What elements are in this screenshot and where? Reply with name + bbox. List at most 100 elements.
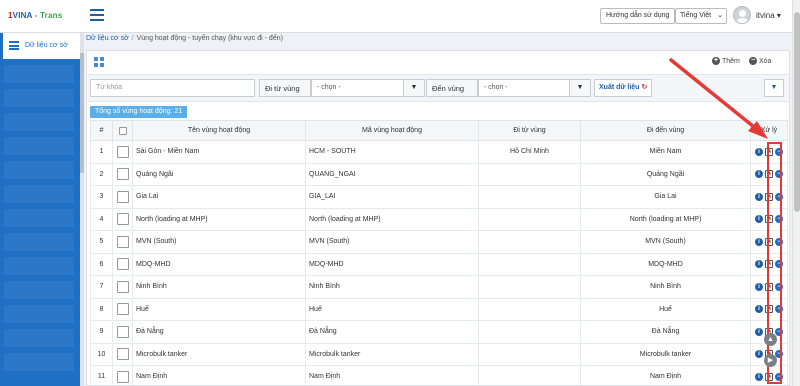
refresh-icon[interactable]: ↻ xyxy=(641,84,647,91)
row-checkbox[interactable] xyxy=(116,325,129,338)
scroll-down-icon[interactable]: ▶ xyxy=(764,354,777,367)
scroll-up-icon[interactable]: ▲ xyxy=(764,333,777,346)
region-code: GIA_LAI xyxy=(305,185,479,209)
select-all-checkbox[interactable] xyxy=(118,126,127,135)
export-data-button[interactable]: Xuất dữ liệu ↻ xyxy=(594,79,653,97)
sidebar-item[interactable] xyxy=(4,113,74,131)
row-checkbox[interactable] xyxy=(116,370,129,383)
add-button[interactable]: + Thêm xyxy=(712,57,740,65)
region-code: Đà Nẵng xyxy=(305,320,479,344)
row-index: 10 xyxy=(90,342,113,366)
info-icon[interactable]: i xyxy=(755,147,763,156)
language-select[interactable]: Tiếng Việt ⌄ xyxy=(675,8,727,24)
delete-button[interactable]: − Xóa xyxy=(749,57,771,65)
sidebar-scrollbar-thumb[interactable] xyxy=(80,53,84,173)
table-row[interactable]: 3 Gia Lai GIA_LAI Gia Lai i ✎ − xyxy=(90,185,788,209)
sidebar-item[interactable] xyxy=(4,137,74,155)
col-header-to[interactable]: Đi đến vùng xyxy=(580,120,751,141)
sidebar-item[interactable] xyxy=(4,329,74,347)
table-row[interactable]: 7 Ninh Bình Ninh Bình Ninh Bình i ✎ − xyxy=(90,275,788,299)
col-header-code[interactable]: Mã vùng hoạt động xyxy=(305,120,479,141)
sidebar-item[interactable] xyxy=(4,257,74,275)
row-checkbox[interactable] xyxy=(116,168,129,181)
user-guide-button[interactable]: Hướng dẫn sử dụng xyxy=(600,8,676,24)
table-row[interactable]: 10 Microbulk tanker Microbulk tanker Microb… xyxy=(90,342,788,366)
col-header-select xyxy=(112,120,133,141)
sidebar-item[interactable] xyxy=(4,65,74,83)
row-checkbox-cell xyxy=(112,207,133,231)
sidebar-item[interactable] xyxy=(4,353,74,371)
info-icon[interactable]: i xyxy=(755,170,763,179)
col-header-from[interactable]: Đi từ vùng xyxy=(478,120,581,141)
export-label: Xuất dữ liệu xyxy=(599,84,640,91)
info-icon[interactable]: i xyxy=(755,260,763,269)
table-row[interactable]: 9 Đà Nẵng Đà Nẵng Đà Nẵng i ✎ − xyxy=(90,320,788,344)
row-checkbox[interactable] xyxy=(116,258,129,271)
to-region: Quảng Ngãi xyxy=(580,162,751,186)
region-name: Nam Định xyxy=(132,365,306,386)
region-code: HCM - SOUTH xyxy=(305,140,479,164)
table-row[interactable]: 6 MDQ-MHD MDQ-MHD MDQ-MHD i ✎ − xyxy=(90,252,788,276)
table-row[interactable]: 5 MVN (South) MVN (South) MVN (South) i ✎ − xyxy=(90,230,788,254)
column-toggle-chevron-icon[interactable]: ▼ xyxy=(764,79,784,97)
row-checkbox[interactable] xyxy=(116,213,129,226)
breadcrumb-separator: / xyxy=(131,35,134,42)
avatar[interactable] xyxy=(733,6,751,24)
hamburger-icon[interactable] xyxy=(90,9,104,21)
regions-table: # Tên vùng hoạt động Mã vùng hoạt động Đ… xyxy=(90,120,788,386)
row-checkbox[interactable] xyxy=(116,348,129,361)
to-region-select[interactable]: - chọn - xyxy=(478,79,573,97)
info-icon[interactable]: i xyxy=(755,372,763,381)
row-checkbox-cell xyxy=(112,252,133,276)
col-header-actions: Xử lý xyxy=(750,120,788,141)
info-icon[interactable]: i xyxy=(755,237,763,246)
table-row[interactable]: 4 North (loading at MHP) North (loading at… xyxy=(90,207,788,231)
to-region: Ninh Bình xyxy=(580,275,751,299)
page-scrollbar[interactable] xyxy=(792,0,800,386)
to-region: North (loading at MHP) xyxy=(580,207,751,231)
chevron-down-icon[interactable]: ▼ xyxy=(569,79,591,97)
info-icon[interactable]: i xyxy=(755,305,763,314)
row-checkbox-cell xyxy=(112,365,133,386)
app-logo[interactable]: 1VINA - Trans xyxy=(8,11,62,20)
sidebar-item[interactable] xyxy=(4,281,74,299)
from-region-label: Đi từ vùng xyxy=(259,79,311,97)
sidebar-item[interactable] xyxy=(4,89,74,107)
from-region-select[interactable]: - chọn - xyxy=(311,79,405,97)
info-icon[interactable]: i xyxy=(755,350,763,359)
sidebar-item[interactable] xyxy=(4,161,74,179)
keyword-input[interactable]: Từ khóa xyxy=(90,79,255,97)
info-icon[interactable]: i xyxy=(755,282,763,291)
row-checkbox[interactable] xyxy=(116,235,129,248)
info-icon[interactable]: i xyxy=(755,192,763,201)
region-code: North (loading at MHP) xyxy=(305,207,479,231)
username-label: itvina xyxy=(756,11,775,20)
row-checkbox[interactable] xyxy=(116,145,129,158)
col-header-name[interactable]: Tên vùng hoạt động xyxy=(132,120,306,141)
table-row[interactable]: 1 Sài Gòn - Miền Nam HCM - SOUTH Hồ Chí Min… xyxy=(90,140,788,164)
row-checkbox[interactable] xyxy=(116,303,129,316)
sidebar-item[interactable] xyxy=(4,209,74,227)
row-checkbox-cell xyxy=(112,275,133,299)
region-code: QUANG_NGAI xyxy=(305,162,479,186)
table-row[interactable]: 2 Quảng Ngãi QUANG_NGAI Quảng Ngãi i ✎ − xyxy=(90,162,788,186)
info-icon[interactable]: i xyxy=(755,215,763,224)
from-region xyxy=(478,185,581,209)
to-region: Nam Định xyxy=(580,365,751,386)
region-name: Gia Lai xyxy=(132,185,306,209)
page-scrollbar-thumb[interactable] xyxy=(794,12,800,212)
info-icon[interactable]: i xyxy=(755,327,763,336)
sidebar-item-base-data[interactable]: Dữ liệu cơ sở xyxy=(0,33,81,59)
table-row[interactable]: 8 Huế Huế Huế i ✎ − xyxy=(90,297,788,321)
chevron-down-icon[interactable]: ▼ xyxy=(403,79,425,97)
grid-icon[interactable] xyxy=(94,57,104,67)
sidebar-item[interactable] xyxy=(4,185,74,203)
row-checkbox[interactable] xyxy=(116,280,129,293)
sidebar-item[interactable] xyxy=(4,305,74,323)
sidebar-item[interactable] xyxy=(4,233,74,251)
row-checkbox[interactable] xyxy=(116,190,129,203)
table-row[interactable]: 11 Nam Định Nam Định Nam Định i ✎ − xyxy=(90,365,788,386)
sidebar-scrollbar[interactable] xyxy=(80,33,84,386)
breadcrumb-item-base-data[interactable]: Dữ liệu cơ sở xyxy=(86,35,129,42)
user-menu[interactable]: itvina ▾ xyxy=(756,11,781,20)
